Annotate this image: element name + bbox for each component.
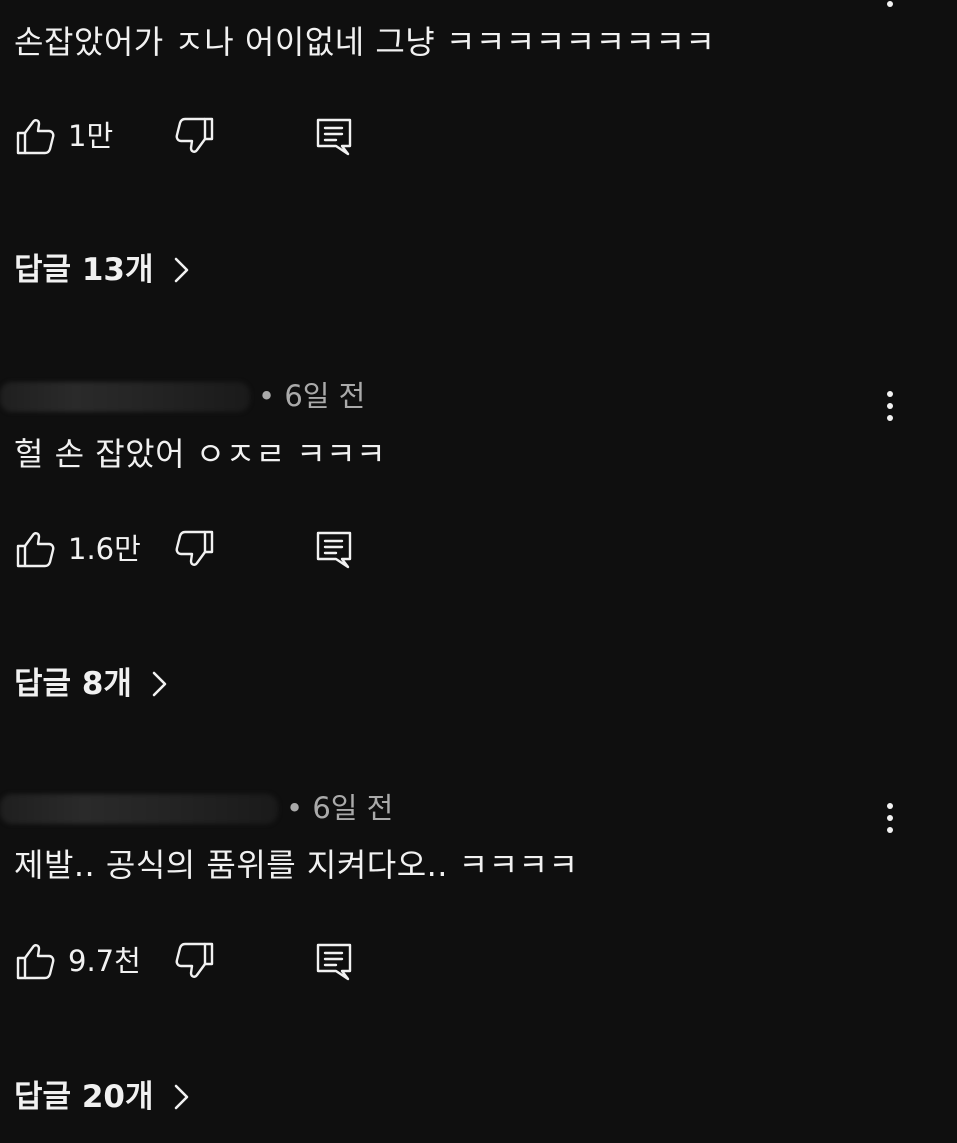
like-count: 9.7천: [68, 944, 141, 978]
chevron-right-icon: [168, 255, 194, 285]
view-replies-button[interactable]: 답글 13개: [14, 248, 194, 292]
redacted-username: [0, 794, 278, 824]
comment-meta: • 6일 전: [0, 376, 700, 416]
chevron-right-icon: [168, 1082, 194, 1112]
thumbs-down-icon[interactable]: [172, 527, 216, 571]
comment-reply-icon[interactable]: [312, 939, 356, 983]
comment-text: 제발.. 공식의 품위를 지켜다오.. ㅋㅋㅋㅋ: [14, 846, 579, 884]
comment-text: 헐 손 잡았어 ㅇㅈㄹ ㅋㅋㅋ: [14, 435, 387, 473]
thumbs-down-icon[interactable]: [172, 939, 216, 983]
comment-actions: 9.7천: [14, 939, 414, 983]
thumbs-up-icon[interactable]: [14, 114, 58, 158]
comment-timestamp: • 6일 전: [286, 791, 394, 825]
thumbs-up-icon[interactable]: [14, 939, 58, 983]
chevron-right-icon: [146, 669, 172, 699]
comment-actions: 1만: [14, 114, 414, 158]
more-options-icon[interactable]: [875, 798, 905, 838]
like-count: 1.6만: [68, 532, 141, 566]
replies-label: 답글 8개: [14, 666, 132, 702]
replies-label: 답글 13개: [14, 252, 154, 288]
comment-meta: • 6일 전: [0, 788, 700, 828]
thumbs-up-icon[interactable]: [14, 527, 58, 571]
redacted-username: [0, 382, 250, 412]
more-options-icon[interactable]: [875, 386, 905, 426]
replies-label: 답글 20개: [14, 1079, 154, 1115]
comment-actions: 1.6만: [14, 527, 414, 571]
comment-reply-icon[interactable]: [312, 527, 356, 571]
comment-text: 손잡았어가 ㅈ나 어이없네 그냥 ㅋㅋㅋㅋㅋㅋㅋㅋㅋ: [14, 23, 716, 61]
view-replies-button[interactable]: 답글 8개: [14, 662, 172, 706]
more-options-icon[interactable]: [875, 0, 905, 12]
like-count: 1만: [68, 119, 114, 153]
comment-reply-icon[interactable]: [312, 114, 356, 158]
thumbs-down-icon[interactable]: [172, 114, 216, 158]
comment-timestamp: • 6일 전: [258, 379, 366, 413]
view-replies-button[interactable]: 답글 20개: [14, 1075, 194, 1119]
